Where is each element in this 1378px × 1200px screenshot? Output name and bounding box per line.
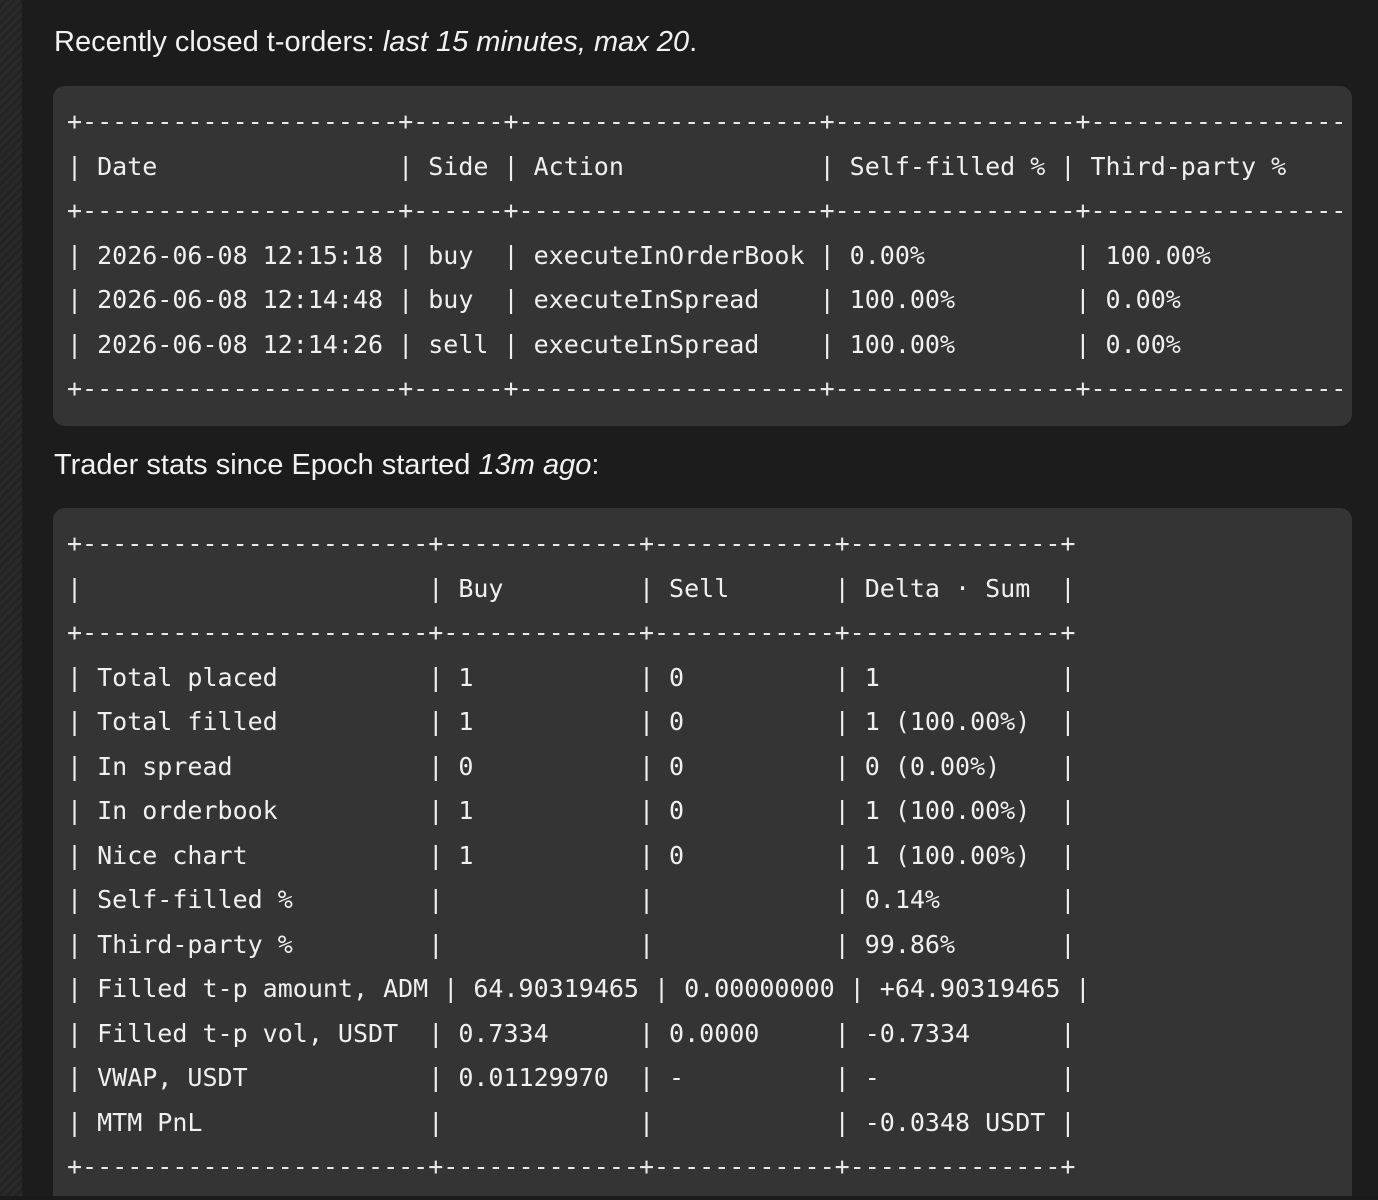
recent-orders-code-block: +---------------------+------+----------… (53, 86, 1352, 426)
table-row: | VWAP, USDT | 0.01129970 | - | - | (67, 1063, 1076, 1092)
table-border-header: +---------------------+------+----------… (67, 196, 1347, 225)
trader-stats-heading: Trader stats since Epoch started 13m ago… (54, 447, 599, 483)
recent-orders-table: +---------------------+------+----------… (67, 100, 1346, 412)
table-border-bottom: +---------------------+------+----------… (67, 374, 1347, 403)
table-row: | Third-party % | | | 99.86% | (67, 929, 1076, 959)
table-row: | In orderbook | 1 | 0 | 1 (100.00%) | (67, 796, 1076, 825)
table-row: | Nice chart | 1 | 0 | 1 (100.00%) | (67, 840, 1076, 870)
table-row: | Filled t-p amount, ADM | 64.90319465 |… (67, 974, 1091, 1003)
table-row: | MTM PnL | | | -0.0348 USDT | (67, 1107, 1076, 1137)
table-row: | 2026-06-08 12:14:48 | buy | executeInS… (67, 285, 1181, 314)
table-border-top: +---------------------+------+----------… (67, 107, 1347, 136)
table-header-row: | Date | Side | Action | Self-filled % |… (67, 151, 1287, 181)
window-left-edge (0, 0, 22, 1200)
table-header-row: | | Buy | Sell | Delta · Sum | (67, 573, 1076, 603)
table-row: | Total filled | 1 | 0 | 1 (100.00%) | (67, 707, 1076, 736)
table-border-bottom: +-----------------------+-------------+-… (67, 1152, 1076, 1181)
table-row: | 2026-06-08 12:14:26 | sell | executeIn… (67, 329, 1181, 359)
table-row: | Total placed | 1 | 0 | 1 | (67, 662, 1076, 692)
recent-orders-heading: Recently closed t-orders: last 15 minute… (54, 24, 697, 60)
recent-orders-heading-suffix: . (689, 26, 698, 58)
trader-stats-heading-suffix: : (591, 449, 600, 481)
trader-stats-heading-age: 13m ago (478, 449, 592, 481)
table-row: | Self-filled % | | | 0.14% | (67, 885, 1076, 914)
trader-stats-heading-title: Trader stats (54, 449, 208, 481)
trader-stats-code-block: +-----------------------+-------------+-… (53, 508, 1352, 1200)
window-bottom-edge (0, 1196, 1378, 1200)
trader-stats-heading-text: since Epoch started (207, 449, 479, 481)
table-border-header: +-----------------------+-------------+-… (67, 618, 1076, 647)
table-row: | 2026-06-08 12:15:18 | buy | executeInO… (67, 240, 1211, 270)
table-row: | In spread | 0 | 0 | 0 (0.00%) | (67, 751, 1076, 781)
table-row: | Filled t-p vol, USDT | 0.7334 | 0.0000… (67, 1018, 1076, 1048)
trader-stats-table: +-----------------------+-------------+-… (67, 522, 1091, 1190)
recent-orders-heading-text: Recently closed t-orders: (54, 26, 383, 58)
table-border-top: +-----------------------+-------------+-… (67, 529, 1076, 558)
recent-orders-heading-range: last 15 minutes, max 20 (382, 26, 690, 58)
